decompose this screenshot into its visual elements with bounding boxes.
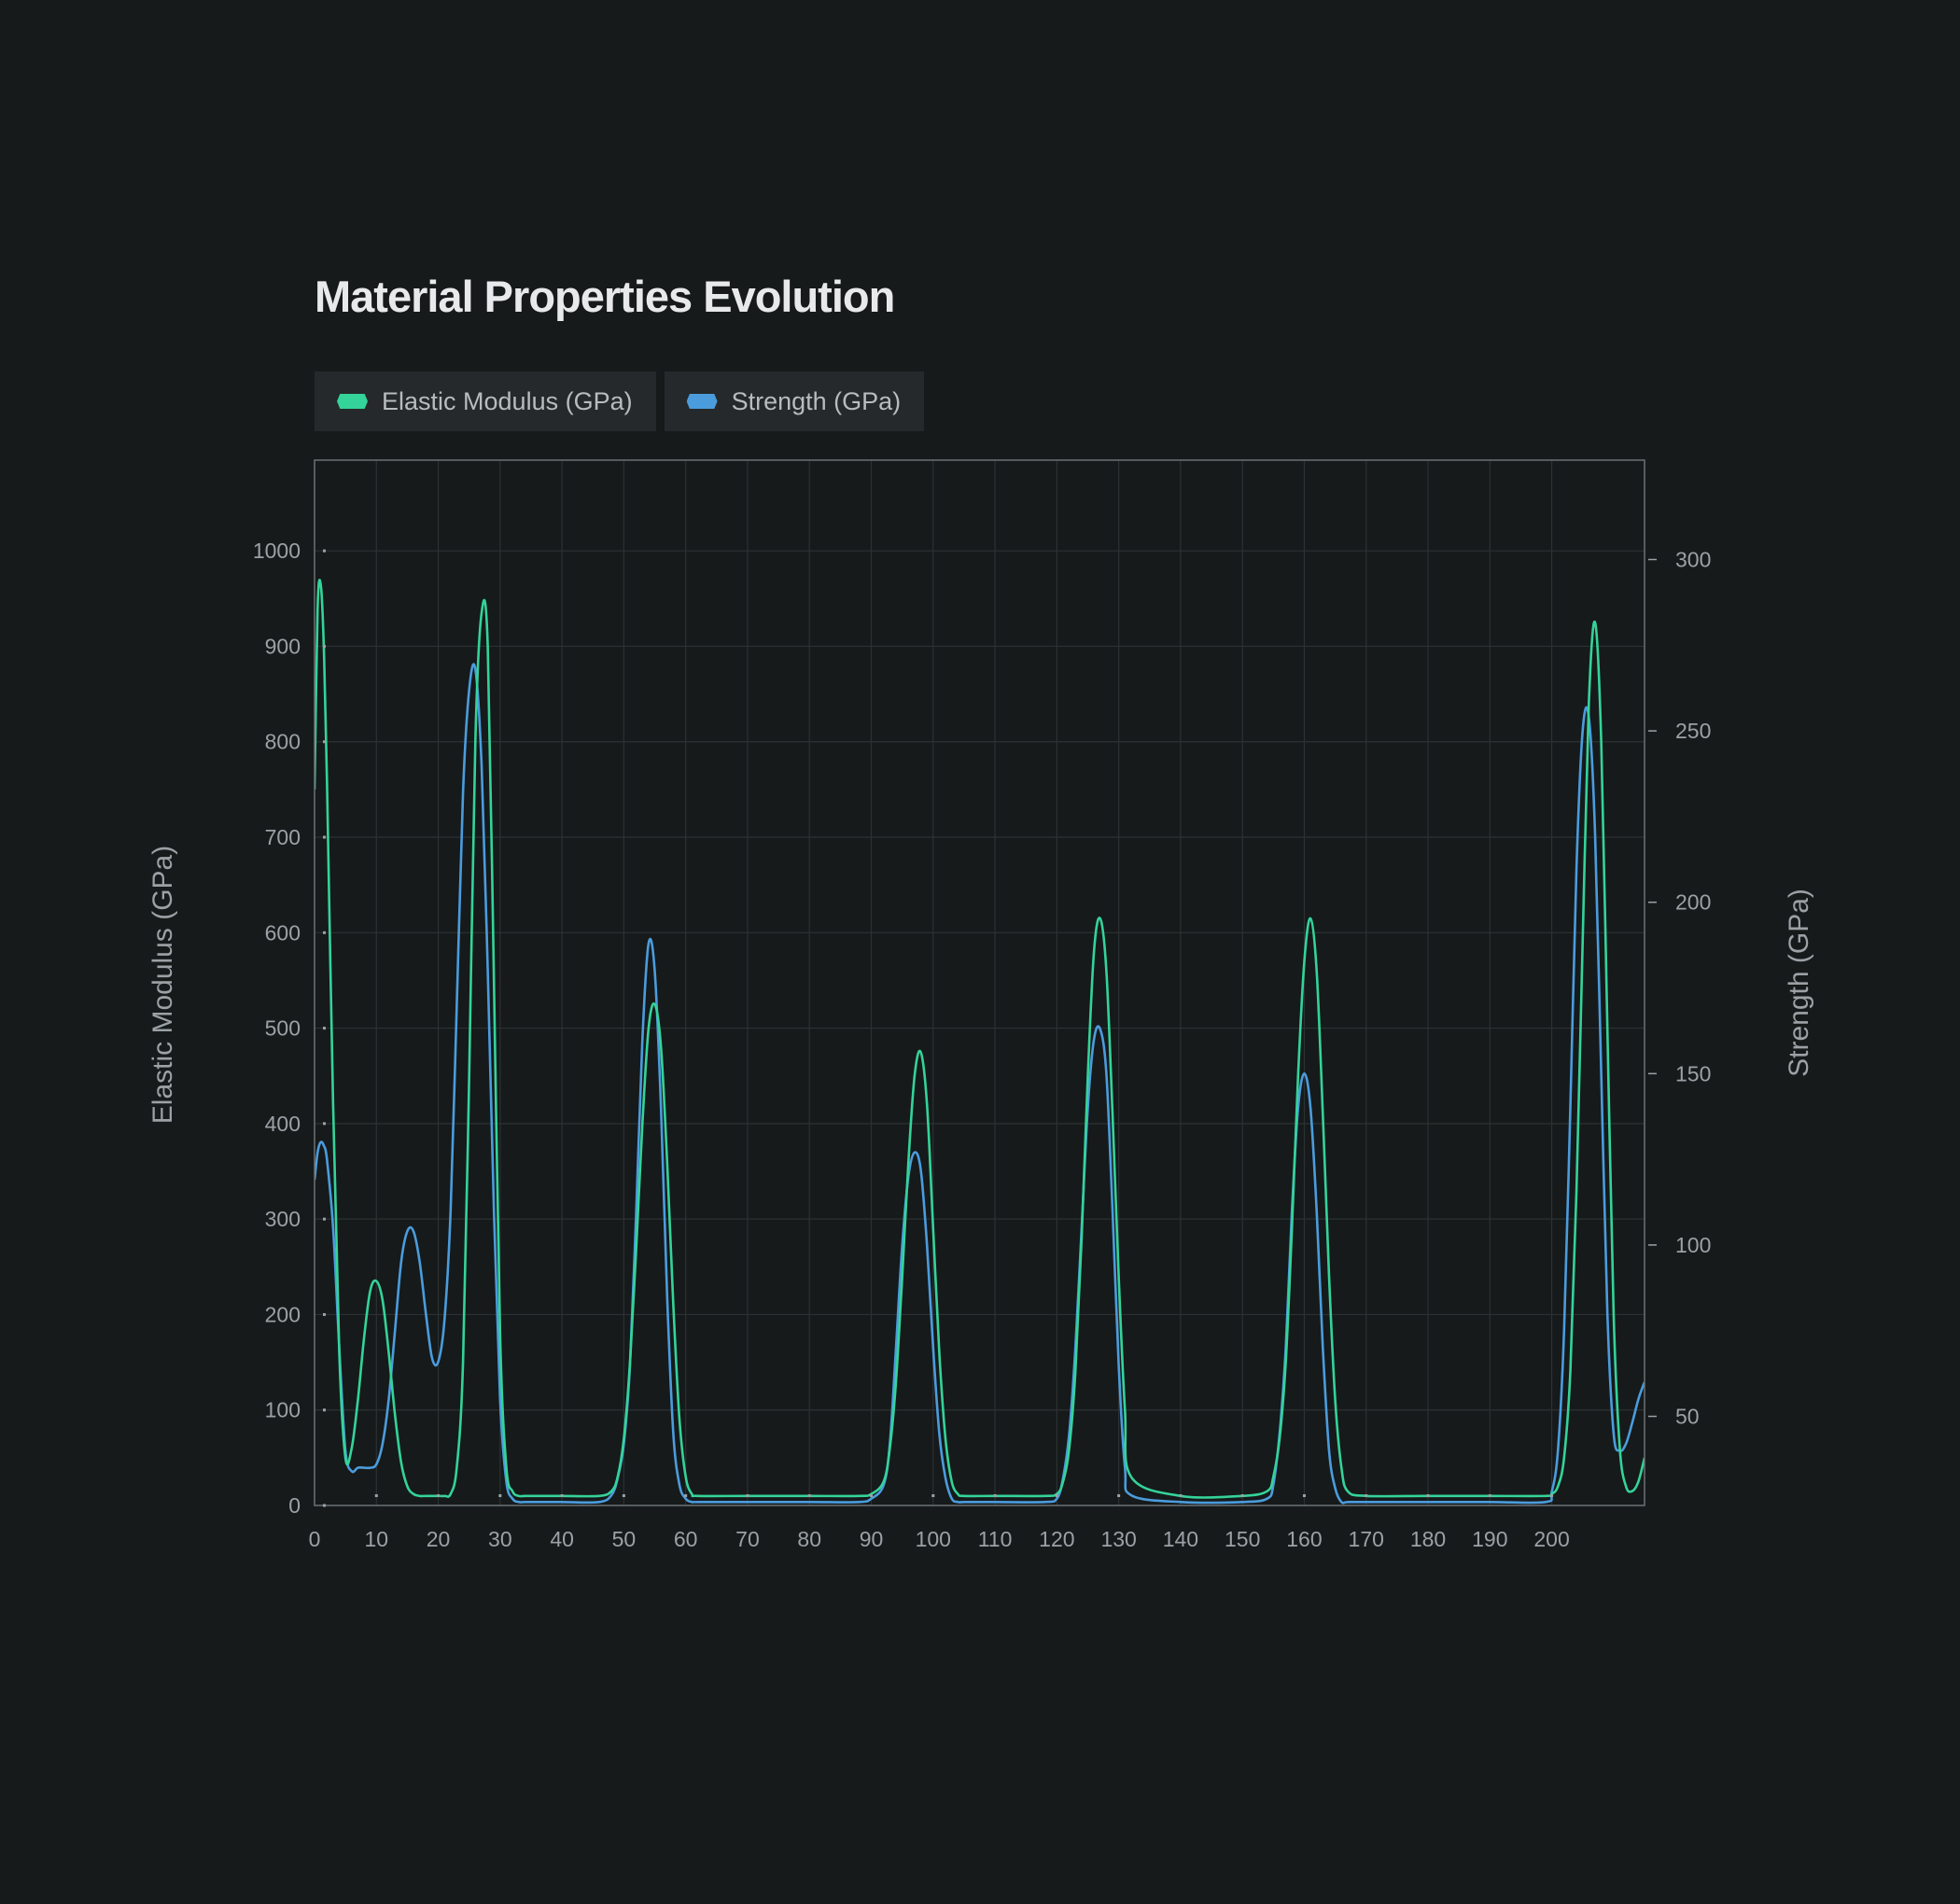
x-tick-label: 130	[1100, 1527, 1136, 1551]
x-tick-mark	[993, 1494, 997, 1497]
x-tick-label: 150	[1225, 1527, 1260, 1551]
chart-title: Material Properties Evolution	[315, 272, 895, 321]
x-tick-label: 110	[978, 1527, 1013, 1551]
y-tick-mark	[323, 835, 326, 839]
y-tick-label: 500	[265, 1016, 301, 1041]
x-tick-label: 180	[1410, 1527, 1446, 1551]
legend-item-elastic-modulus[interactable]: Elastic Modulus (GPa)	[315, 371, 656, 431]
y-tick-label: 400	[265, 1112, 301, 1136]
y2-axis-title: Strength (GPa)	[1784, 889, 1814, 1077]
y-tick-mark	[323, 644, 326, 648]
series-line-elastic-modulus	[315, 579, 1645, 1499]
y-axis-title: Elastic Modulus (GPa)	[147, 846, 178, 1124]
x-tick-label: 60	[674, 1527, 698, 1551]
y-tick-label: 100	[265, 1398, 301, 1422]
x-tick-mark	[1365, 1494, 1368, 1497]
y-tick-label: 900	[265, 634, 301, 658]
x-tick-mark	[807, 1494, 811, 1497]
x-tick-label: 20	[427, 1527, 451, 1551]
x-tick-mark	[1426, 1494, 1430, 1497]
x-tick-mark	[931, 1494, 935, 1497]
series-line-strength	[315, 663, 1645, 1505]
x-tick-label: 200	[1533, 1527, 1569, 1551]
y-tick-label: 600	[265, 920, 301, 945]
x-tick-mark	[1055, 1494, 1058, 1497]
x-tick-label: 140	[1163, 1527, 1198, 1551]
legend-swatch-elastic-modulus	[337, 394, 368, 409]
y-tick-label: 0	[288, 1493, 301, 1518]
legend-label-strength: Strength (GPa)	[731, 386, 902, 415]
y-tick-mark	[323, 931, 326, 934]
y-tick-mark	[323, 1504, 326, 1507]
y2-tick-label: 250	[1675, 719, 1711, 743]
grid-layer	[315, 460, 1645, 1505]
x-tick-label: 70	[735, 1527, 760, 1551]
legend: Elastic Modulus (GPa) Strength (GPa)	[315, 371, 925, 431]
x-tick-mark	[437, 1494, 441, 1497]
x-tick-mark	[374, 1494, 378, 1497]
y-tick-mark	[323, 740, 326, 744]
x-tick-label: 120	[1039, 1527, 1074, 1551]
x-tick-mark	[684, 1494, 688, 1497]
x-tick-mark	[1117, 1494, 1121, 1497]
x-tick-label: 10	[364, 1527, 388, 1551]
x-tick-label: 40	[550, 1527, 574, 1551]
y-tick-mark	[323, 1312, 326, 1316]
y2-tick-label: 50	[1675, 1405, 1700, 1429]
x-tick-mark	[622, 1494, 625, 1497]
chart-svg: 0 10 20 30 40 50 60 70 80 90 100 110 120 130 140 150 160…	[147, 459, 1814, 1551]
y2-tick-label: 150	[1675, 1061, 1711, 1085]
x-tick-mark	[1488, 1494, 1491, 1497]
x-tick-label: 160	[1286, 1527, 1322, 1551]
x-tick-label: 50	[612, 1527, 637, 1551]
legend-label-elastic-modulus: Elastic Modulus (GPa)	[382, 386, 633, 415]
y2-tick-label: 100	[1675, 1233, 1711, 1257]
y-tick-mark	[323, 1027, 326, 1030]
series-layer	[315, 579, 1645, 1505]
x-tick-label: 190	[1472, 1527, 1507, 1551]
y-tick-label: 300	[265, 1207, 301, 1231]
x-tick-mark	[746, 1494, 749, 1497]
x-tick-label: 80	[797, 1527, 821, 1551]
x-tick-mark	[498, 1494, 502, 1497]
y-tick-mark	[323, 1122, 326, 1126]
y-tick-mark	[323, 1408, 326, 1412]
x-tick-mark	[1179, 1494, 1183, 1497]
legend-swatch-strength	[686, 394, 718, 409]
x-tick-mark	[1240, 1494, 1244, 1497]
y-tick-mark	[323, 549, 326, 553]
y-tick-mark	[323, 1217, 326, 1221]
chart-page: 0 10 20 30 40 50 60 70 80 90 100 110 120 130 140 150 160…	[0, 0, 1960, 1904]
plot-frame	[314, 459, 1645, 1506]
y2-tick-label: 200	[1675, 890, 1711, 915]
y-tick-label: 200	[265, 1302, 301, 1326]
x-tick-label: 170	[1349, 1527, 1384, 1551]
tick-layer: 0 10 20 30 40 50 60 70 80 90 100 110 120 130 140 150 160…	[253, 539, 1712, 1551]
y-tick-label: 700	[265, 825, 301, 849]
x-tick-label: 30	[488, 1527, 512, 1551]
x-tick-mark	[870, 1494, 874, 1497]
x-tick-mark	[1550, 1494, 1554, 1497]
y2-tick-label: 300	[1675, 547, 1711, 571]
x-tick-mark	[1302, 1494, 1306, 1497]
legend-item-strength[interactable]: Strength (GPa)	[664, 371, 925, 431]
x-tick-label: 0	[309, 1527, 321, 1551]
x-tick-label: 100	[916, 1527, 951, 1551]
x-tick-mark	[560, 1494, 564, 1497]
x-tick-label: 90	[860, 1527, 884, 1551]
y-tick-label: 1000	[253, 539, 301, 563]
y-tick-label: 800	[265, 730, 301, 754]
